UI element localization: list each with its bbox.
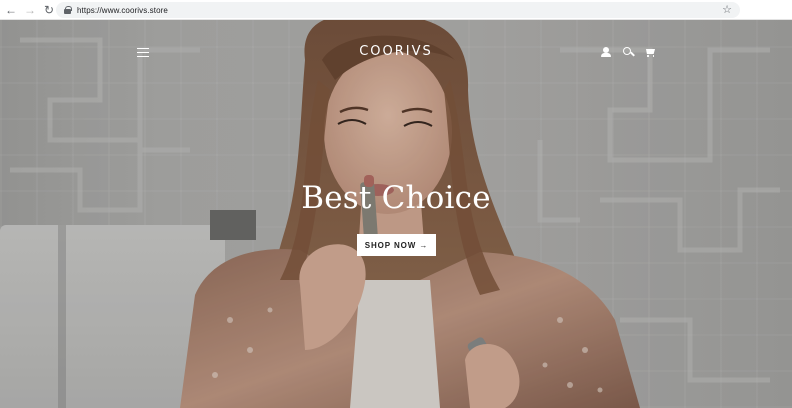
shop-now-button[interactable]: SHOP NOW → — [357, 234, 436, 256]
hero-title: Best Choice — [301, 180, 491, 216]
forward-arrow-icon[interactable]: → — [22, 2, 38, 18]
hero-banner: COORIVS Best Choice SHOP NOW → — [0, 20, 792, 408]
header-icons — [600, 47, 656, 59]
lock-icon — [64, 6, 72, 14]
url-text: https://www.coorivs.store — [77, 5, 168, 15]
reload-icon[interactable]: ↻ — [41, 2, 57, 18]
store-logo[interactable]: COORIVS — [346, 44, 446, 59]
address-bar[interactable]: https://www.coorivs.store ☆ — [56, 2, 740, 18]
search-icon[interactable] — [623, 47, 634, 58]
cart-icon[interactable] — [644, 47, 656, 58]
browser-toolbar: ← → ↻ https://www.coorivs.store ☆ — [0, 0, 792, 20]
hamburger-menu-icon[interactable] — [137, 48, 149, 58]
account-user-icon[interactable] — [600, 47, 612, 59]
bookmark-star-icon[interactable]: ☆ — [722, 3, 732, 17]
back-arrow-icon[interactable]: ← — [3, 2, 19, 18]
